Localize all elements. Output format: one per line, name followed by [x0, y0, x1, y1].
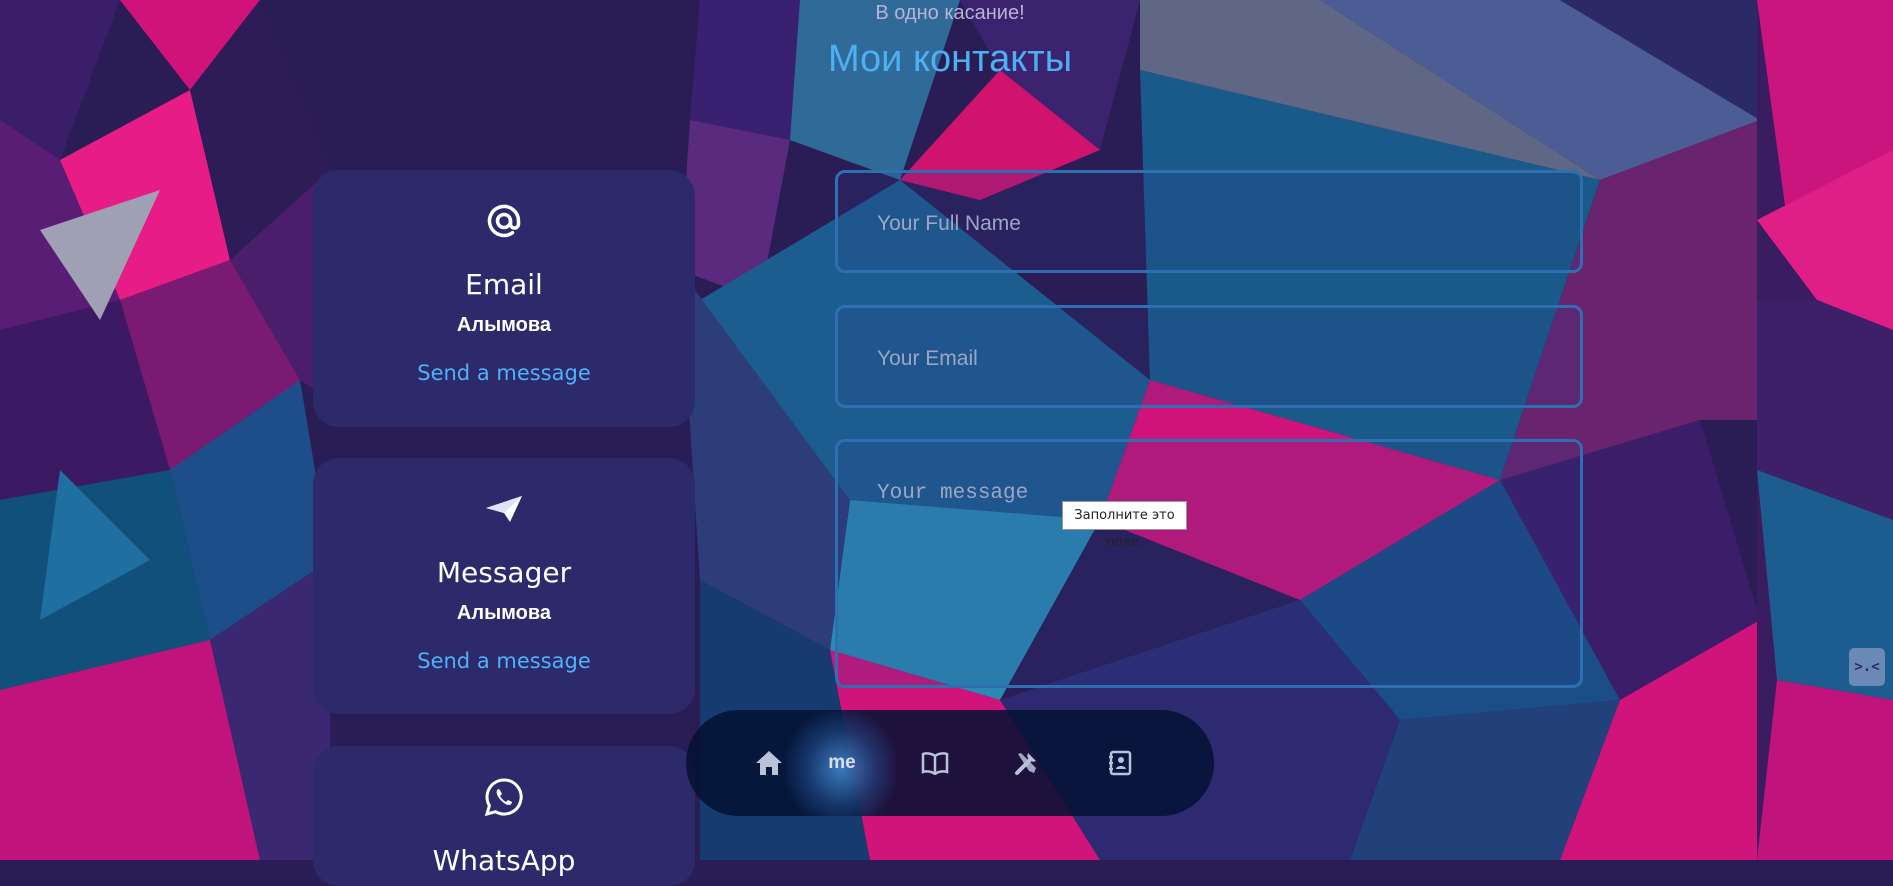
home-icon [756, 751, 782, 775]
paper-plane-icon [313, 489, 695, 529]
book-icon [921, 752, 949, 775]
send-message-link[interactable]: Send a message [313, 649, 695, 673]
full-name-field [835, 170, 1584, 273]
side-widget-button[interactable]: >.< [1849, 648, 1885, 686]
nav-book[interactable] [912, 740, 958, 786]
contacts-book-icon [1109, 750, 1132, 776]
email-input[interactable] [875, 346, 1584, 372]
validation-tooltip: Заполните это поле. [1062, 501, 1187, 550]
card-title: Messager [436, 556, 572, 589]
nav-me[interactable]: me [819, 740, 865, 786]
bottom-nav: me [686, 710, 1214, 816]
email-field [835, 305, 1584, 408]
card-title: WhatsApp [432, 844, 576, 877]
contact-card-email: Email Алымова Send a message [313, 170, 695, 427]
contact-card-messager: Messager Алымова Send a message [313, 458, 695, 714]
card-value: Алымова [456, 602, 552, 624]
card-value: Алымова [456, 314, 552, 336]
message-field [835, 439, 1584, 688]
tools-icon [1015, 753, 1036, 775]
send-message-link[interactable]: Send a message [313, 361, 695, 385]
page-subtitle: В одно касание! [875, 2, 1025, 24]
contact-card-whatsapp: WhatsApp [313, 746, 695, 886]
full-name-input[interactable] [875, 211, 1584, 237]
side-background-strip [1757, 0, 1893, 860]
whatsapp-icon [313, 777, 695, 817]
nav-contacts[interactable] [1097, 740, 1143, 786]
page-title: Мои контакты [827, 38, 1073, 80]
at-sign-icon [313, 201, 695, 241]
nav-tools[interactable] [1004, 740, 1050, 786]
message-textarea[interactable] [875, 480, 1584, 622]
nav-home[interactable] [746, 740, 792, 786]
nav-me-label: me [828, 752, 856, 773]
card-title: Email [465, 268, 543, 301]
